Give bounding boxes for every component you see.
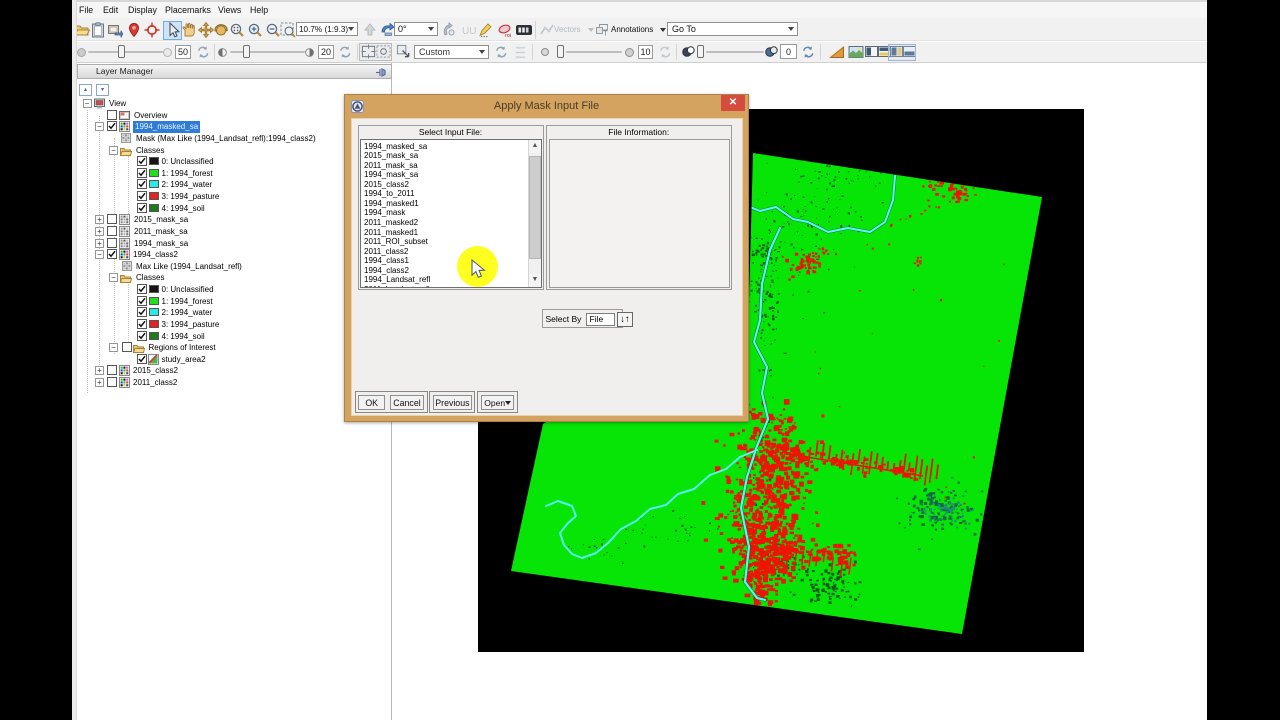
svg-text:roi: roi	[505, 33, 511, 38]
svg-text:UU: UU	[462, 26, 476, 37]
svg-text:T: T	[603, 31, 608, 38]
